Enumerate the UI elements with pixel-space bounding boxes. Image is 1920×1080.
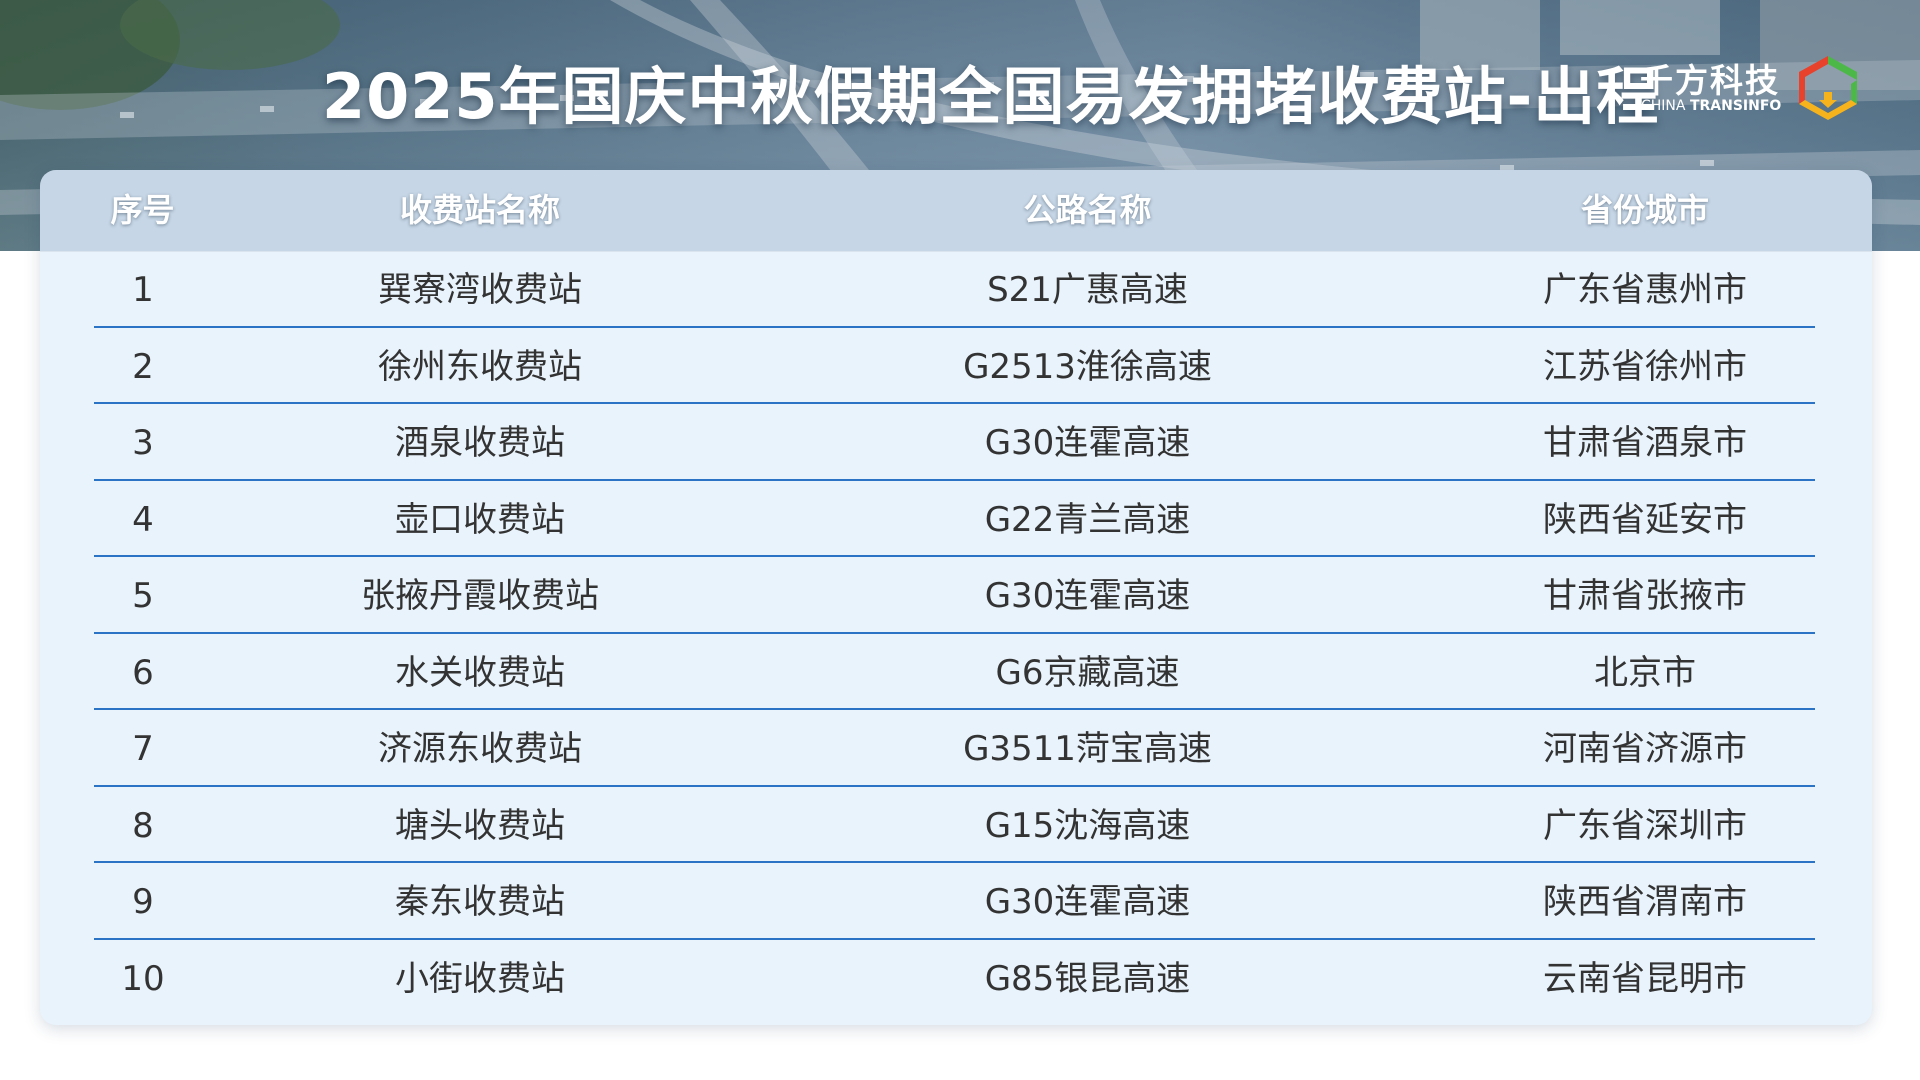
congestion-table: 序号 收费站名称 公路名称 省份城市 1 巽寮湾收费站 S21广惠高速 广东省惠… <box>40 170 1872 1025</box>
cell-province: 云南省昆明市 <box>1543 958 1747 999</box>
cell-highway: G85银昆高速 <box>984 958 1191 999</box>
cell-station: 塘头收费站 <box>395 805 565 846</box>
cell-highway: G30连霍高速 <box>984 882 1191 922</box>
cell-province: 广东省惠州市 <box>1543 270 1747 310</box>
cell-province: 北京市 <box>1594 652 1696 693</box>
logo-name-en-bold: TRANSINFO <box>1689 98 1782 114</box>
cell-highway: G2513淮徐高速 <box>963 346 1212 387</box>
header-highway: 公路名称 <box>1023 191 1152 229</box>
cell-highway: G30连霍高速 <box>984 576 1191 616</box>
cell-index: 9 <box>132 882 154 922</box>
cell-highway: G3511菏宝高速 <box>963 729 1212 769</box>
logo-name-cn: 千方科技 <box>1640 61 1780 100</box>
cell-index: 7 <box>132 729 154 769</box>
table-row: 1 巽寮湾收费站 S21广惠高速 广东省惠州市 <box>94 251 1815 328</box>
cell-province: 陕西省延安市 <box>1543 499 1747 540</box>
cell-station: 秦东收费站 <box>395 882 565 922</box>
cell-highway: G6京藏高速 <box>995 652 1180 693</box>
cell-station: 酒泉收费站 <box>395 423 565 463</box>
cell-province: 陕西省渭南市 <box>1543 882 1747 922</box>
cell-station: 水关收费站 <box>395 652 565 693</box>
table-row: 3 酒泉收费站 G30连霍高速 甘肃省酒泉市 <box>94 404 1815 481</box>
table-row: 8 塘头收费站 G15沈海高速 广东省深圳市 <box>94 787 1815 863</box>
cube-logo-icon <box>1799 56 1857 120</box>
table-body: 1 巽寮湾收费站 S21广惠高速 广东省惠州市 2 徐州东收费站 G2513淮徐… <box>94 251 1815 1016</box>
cell-station: 小街收费站 <box>395 958 565 999</box>
table-row: 5 张掖丹霞收费站 G30连霍高速 甘肃省张掖市 <box>94 557 1815 634</box>
cell-station: 壶口收费站 <box>395 499 565 540</box>
cell-index: 3 <box>132 423 154 463</box>
cell-province: 甘肃省酒泉市 <box>1543 423 1747 463</box>
logo-name-en: CHINA TRANSINFO <box>1641 98 1781 114</box>
cell-province: 广东省深圳市 <box>1543 805 1747 846</box>
table-row: 6 水关收费站 G6京藏高速 北京市 <box>94 634 1815 710</box>
cell-index: 5 <box>132 576 154 616</box>
table-row: 10 小街收费站 G85银昆高速 云南省昆明市 <box>94 940 1815 1017</box>
cell-index: 1 <box>132 270 154 310</box>
cell-index: 2 <box>132 346 154 387</box>
cell-highway: S21广惠高速 <box>987 270 1188 310</box>
table-row: 4 壶口收费站 G22青兰高速 陕西省延安市 <box>94 481 1815 557</box>
cell-province: 江苏省徐州市 <box>1543 346 1747 387</box>
header-province: 省份城市 <box>1580 191 1709 229</box>
cell-station: 济源东收费站 <box>378 729 582 769</box>
page-title: 2025年国庆中秋假期全国易发拥堵收费站-出程 <box>322 60 1660 133</box>
header-station: 收费站名称 <box>399 191 560 229</box>
header-index: 序号 <box>110 191 175 229</box>
cell-highway: G30连霍高速 <box>984 423 1191 463</box>
cell-index: 6 <box>132 652 154 693</box>
table-row: 9 秦东收费站 G30连霍高速 陕西省渭南市 <box>94 863 1815 940</box>
cell-province: 甘肃省张掖市 <box>1543 576 1747 616</box>
table-row: 7 济源东收费站 G3511菏宝高速 河南省济源市 <box>94 710 1815 787</box>
cell-highway: G22青兰高速 <box>984 499 1191 540</box>
logo-name-en-light: CHINA <box>1641 98 1690 114</box>
company-logo: 千方科技 CHINA TRANSINFO <box>1640 52 1860 124</box>
cell-station: 巽寮湾收费站 <box>378 270 582 310</box>
cell-index: 8 <box>132 805 154 846</box>
cell-station: 徐州东收费站 <box>378 346 582 387</box>
cell-highway: G15沈海高速 <box>984 805 1191 846</box>
cell-index: 10 <box>121 958 165 999</box>
cell-index: 4 <box>132 499 154 540</box>
table-header-row: 序号 收费站名称 公路名称 省份城市 <box>40 170 1872 252</box>
cell-station: 张掖丹霞收费站 <box>361 576 599 616</box>
cell-province: 河南省济源市 <box>1543 729 1747 769</box>
table-row: 2 徐州东收费站 G2513淮徐高速 江苏省徐州市 <box>94 328 1815 404</box>
